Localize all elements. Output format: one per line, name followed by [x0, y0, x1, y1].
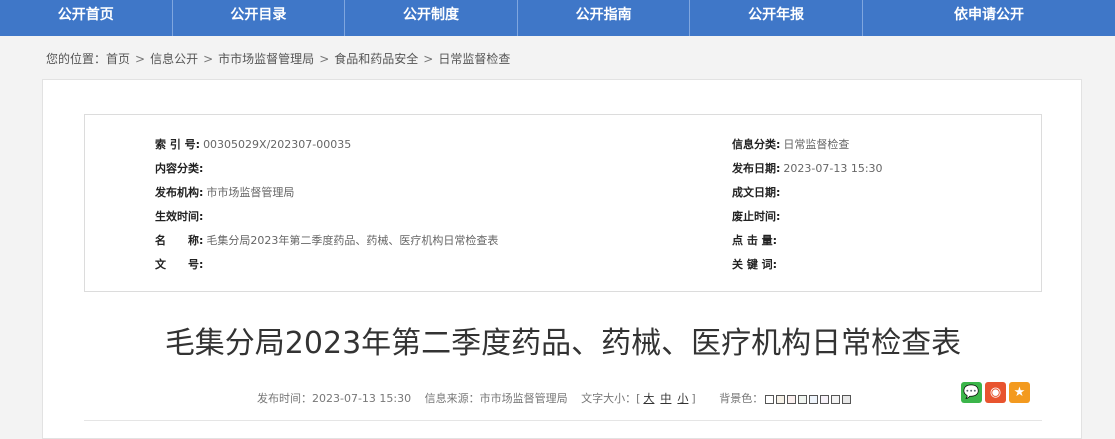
- breadcrumb-item-food-drug[interactable]: 食品和药品安全: [334, 52, 418, 66]
- meta-written-date: 成文日期:: [732, 186, 781, 199]
- background-swatch-5[interactable]: [809, 394, 819, 404]
- meta-effective-time: 生效时间:: [155, 210, 204, 223]
- breadcrumb-separator: >: [135, 52, 146, 66]
- nav-item-system[interactable]: 公开制度: [345, 0, 518, 36]
- background-swatch-7[interactable]: [831, 394, 841, 404]
- font-size-close: ]: [691, 392, 696, 405]
- divider: [84, 420, 1042, 421]
- favorite-star-icon[interactable]: ★: [1009, 382, 1030, 403]
- meta-name: 名 称: 毛集分局2023年第二季度药品、药械、医疗机构日常检查表: [155, 234, 499, 247]
- breadcrumb-item-daily-inspection[interactable]: 日常监督检查: [438, 52, 510, 66]
- nav-item-home[interactable]: 公开首页: [0, 0, 173, 36]
- meta-publish-date: 发布日期: 2023-07-13 15:30: [732, 162, 883, 175]
- content-panel: 索 引 号: 00305029X/202307-00035 内容分类: 发布机构:…: [42, 79, 1082, 439]
- meta-keywords: 关 键 词:: [732, 258, 778, 271]
- background-swatch-4[interactable]: [798, 394, 808, 404]
- nav-item-annual-report[interactable]: 公开年报: [690, 0, 863, 36]
- nav-item-catalog[interactable]: 公开目录: [173, 0, 346, 36]
- meta-index-number: 索 引 号: 00305029X/202307-00035: [155, 138, 352, 151]
- background-swatches: [763, 392, 852, 405]
- background-swatch-1[interactable]: [765, 394, 775, 404]
- background-swatch-6[interactable]: [820, 394, 830, 404]
- publish-time-value: 2023-07-13 15:30: [312, 392, 412, 405]
- background-swatch-2[interactable]: [776, 394, 786, 404]
- nav-item-apply[interactable]: 依申请公开: [863, 0, 1115, 36]
- meta-document-number: 文 号:: [155, 258, 204, 271]
- breadcrumb-separator: >: [319, 52, 330, 66]
- breadcrumb-prefix: 您的位置：: [46, 52, 107, 66]
- source-label: 信息来源：: [424, 392, 480, 405]
- article-info-bar: 发布时间：2023-07-13 15:30 信息来源：市市场监督管理局 文字大小…: [257, 390, 852, 406]
- source-value: 市市场监督管理局: [479, 392, 568, 405]
- article-title: 毛集分局2023年第二季度药品、药械、医疗机构日常检查表: [164, 326, 962, 361]
- background-swatch-3[interactable]: [787, 394, 797, 404]
- breadcrumb-item-bureau[interactable]: 市市场监督管理局: [218, 52, 314, 66]
- meta-click-count: 点 击 量:: [732, 234, 778, 247]
- meta-expiry-time: 废止时间:: [732, 210, 781, 223]
- meta-content-category: 内容分类:: [155, 162, 204, 175]
- breadcrumb-item-home[interactable]: 首页: [106, 52, 130, 66]
- breadcrumb-item-info[interactable]: 信息公开: [150, 52, 198, 66]
- publish-time-label: 发布时间：: [257, 392, 312, 405]
- font-size-small-button[interactable]: 小: [677, 392, 688, 405]
- metadata-table: 索 引 号: 00305029X/202307-00035 内容分类: 发布机构:…: [84, 114, 1042, 292]
- meta-publisher: 发布机构: 市市场监督管理局: [155, 186, 295, 199]
- breadcrumb-separator: >: [423, 52, 434, 66]
- nav-item-guide[interactable]: 公开指南: [518, 0, 691, 36]
- background-color-label: 背景色：: [719, 392, 764, 405]
- font-size-large-button[interactable]: 大: [643, 392, 654, 405]
- top-nav: 公开首页 公开目录 公开制度 公开指南 公开年报 依申请公开: [0, 0, 1115, 36]
- breadcrumb: 您的位置：首页 > 信息公开 > 市市场监督管理局 > 食品和药品安全 > 日常监督检查: [46, 50, 510, 67]
- font-size-medium-button[interactable]: 中: [660, 392, 671, 405]
- background-swatch-8[interactable]: [842, 394, 852, 404]
- font-size-label: 文字大小：[: [581, 392, 641, 405]
- meta-info-category: 信息分类: 日常监督检查: [732, 138, 850, 151]
- breadcrumb-separator: >: [203, 52, 214, 66]
- wechat-share-icon[interactable]: 💬: [961, 382, 982, 403]
- weibo-share-icon[interactable]: ◉: [985, 382, 1006, 403]
